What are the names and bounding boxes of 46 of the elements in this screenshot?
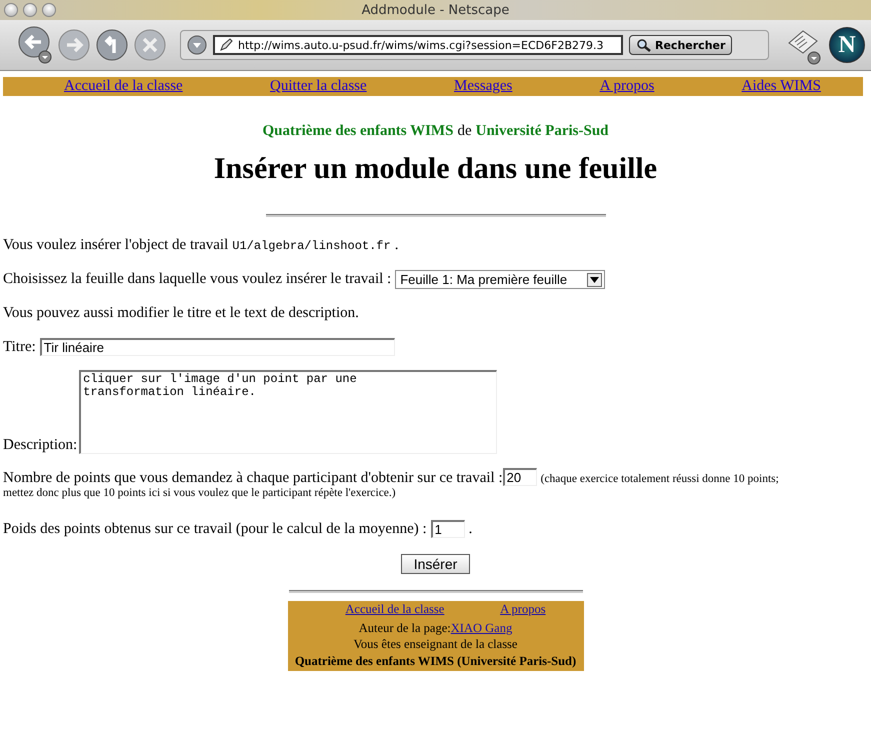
nav-link[interactable]: Accueil de la classe [64, 78, 183, 95]
period-text: . [468, 520, 472, 538]
caret-icon [590, 276, 600, 282]
footer-link[interactable]: A propos [500, 602, 546, 618]
role-text: Vous êtes enseignant de la classe [352, 636, 518, 653]
points-label: Nombre de points que vous demandez à chaque participant d'obtenir sur ce travail : [3, 470, 503, 486]
reload-icon[interactable] [96, 29, 128, 61]
search-button[interactable]: Rechercher [629, 35, 732, 55]
title-field[interactable]: Tir linéaire [40, 338, 395, 356]
insert-button[interactable]: Insérer [400, 554, 470, 574]
weight-field[interactable]: 1 [430, 520, 465, 538]
address-field[interactable]: http://wims.auto.u-psud.fr/wims/wims.cgi?session=ECD6F2B279.3 [213, 35, 623, 55]
forward-icon[interactable] [58, 29, 90, 61]
nav-link[interactable]: Quitter la classe [270, 78, 367, 95]
close-icon[interactable] [4, 3, 18, 17]
stop-icon[interactable] [134, 29, 166, 61]
search-icon [636, 38, 652, 52]
description-field[interactable]: cliquer sur l'image d'un point par une transformation linéaire. [79, 370, 498, 454]
author-label: Auteur de la page: [358, 621, 451, 636]
edit-note: Vous pouvez aussi modifier le titre et le text de description. [3, 305, 360, 322]
object-sentence: Vous voulez insérer l'object de travail U1/algebra/linshoot.fr . [3, 237, 400, 254]
nav-link[interactable]: Aides WIMS [742, 78, 821, 95]
zoom-icon[interactable] [42, 3, 56, 17]
class-name: Quatrième des enfants WIMS [262, 123, 454, 140]
nav-link[interactable]: A propos [600, 78, 654, 95]
sheet-dropdown[interactable]: Feuille 1: Ma première feuille [395, 270, 606, 289]
institution-name: Université Paris-Sud [476, 123, 609, 140]
connector-text: de [457, 123, 472, 140]
sheet-label: Choisissez la feuille dans laquelle vous voulez insérer le travail : [3, 271, 392, 288]
nav-link[interactable]: Messages [454, 78, 512, 95]
points-field[interactable]: 20 [502, 468, 537, 486]
netscape-logo[interactable]: N [829, 27, 865, 63]
description-label: Description: [3, 437, 78, 454]
back-icon[interactable] [18, 26, 52, 64]
class-text: Quatrième des enfants WIMS (Université Paris-Sud) [294, 652, 578, 669]
page-title: Insérer un module dans une feuille [212, 152, 658, 186]
weight-label: Poids des points obtenus sur ce travail (pour le calcul de la moyenne) : [3, 520, 427, 538]
points-note: mettez donc plus que 10 points ici si vous voulez que le participant répète l'exercice.) [3, 487, 397, 500]
minimize-icon[interactable] [23, 3, 37, 17]
points-note: (chaque exercice totalement réussi donne 10 points; [540, 473, 779, 485]
footer-link[interactable]: Accueil de la classe [345, 602, 444, 618]
dropdown-icon[interactable] [187, 35, 207, 55]
title-label: Titre: [3, 338, 36, 356]
window-title: Addmodule - Netscape [362, 2, 510, 18]
pencil-icon [219, 38, 233, 52]
author-link[interactable]: XIAO Gang [450, 621, 512, 636]
